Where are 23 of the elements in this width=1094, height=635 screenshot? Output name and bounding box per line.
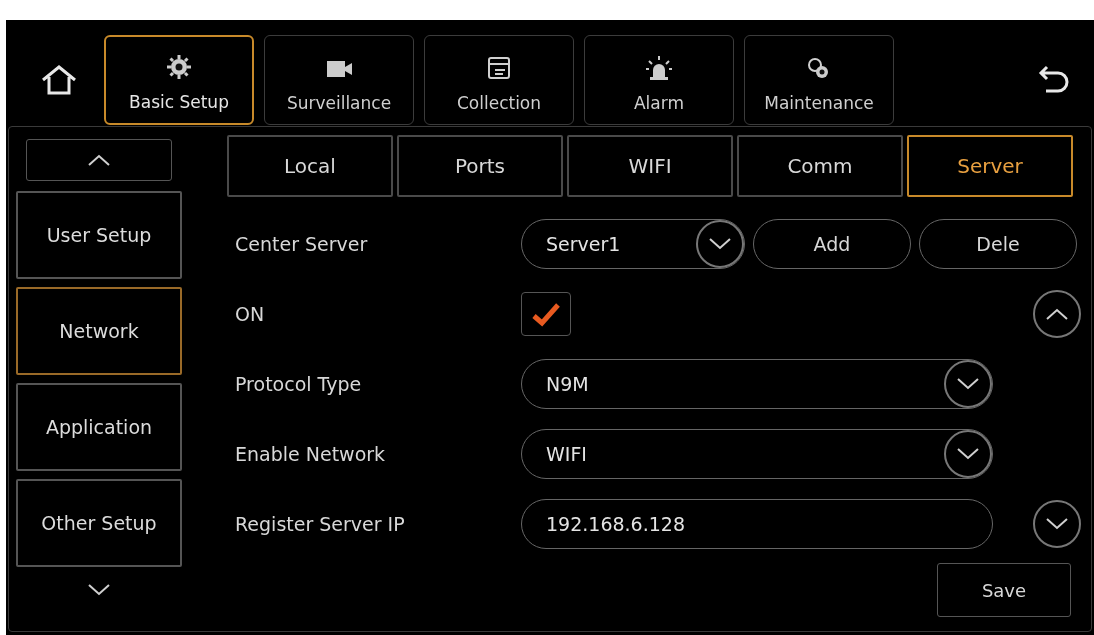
sidebar-item[interactable]: User Setup — [16, 191, 182, 279]
nav-tab[interactable]: Alarm — [584, 35, 734, 125]
field-label: Register Server IP — [235, 511, 406, 537]
tab[interactable]: Server — [907, 135, 1073, 197]
tab[interactable]: WIFI — [567, 135, 733, 197]
tab[interactable]: Comm — [737, 135, 903, 197]
sidebar-item[interactable]: Application — [16, 383, 182, 471]
nav-tab[interactable]: Maintenance — [744, 35, 894, 125]
nav-tab[interactable]: Basic Setup — [104, 35, 254, 125]
dropdown[interactable]: WIFI — [521, 429, 993, 479]
field-label: ON — [235, 301, 266, 327]
nav-tab[interactable]: Surveillance — [264, 35, 414, 125]
sidebar-item[interactable]: Other Setup — [16, 479, 182, 567]
field-label: Enable Network — [235, 441, 387, 467]
field-label: Protocol Type — [235, 371, 363, 397]
sidebar-item[interactable]: Network — [16, 287, 182, 375]
input-field[interactable]: 192.168.6.128 — [521, 499, 993, 549]
tab[interactable]: Local — [227, 135, 393, 197]
dropdown[interactable]: N9M — [521, 359, 993, 409]
nav-tab[interactable]: Collection — [424, 35, 574, 125]
tab[interactable]: Ports — [397, 135, 563, 197]
field-label: Center Server — [235, 231, 369, 257]
save-button[interactable]: Save — [937, 563, 1071, 617]
